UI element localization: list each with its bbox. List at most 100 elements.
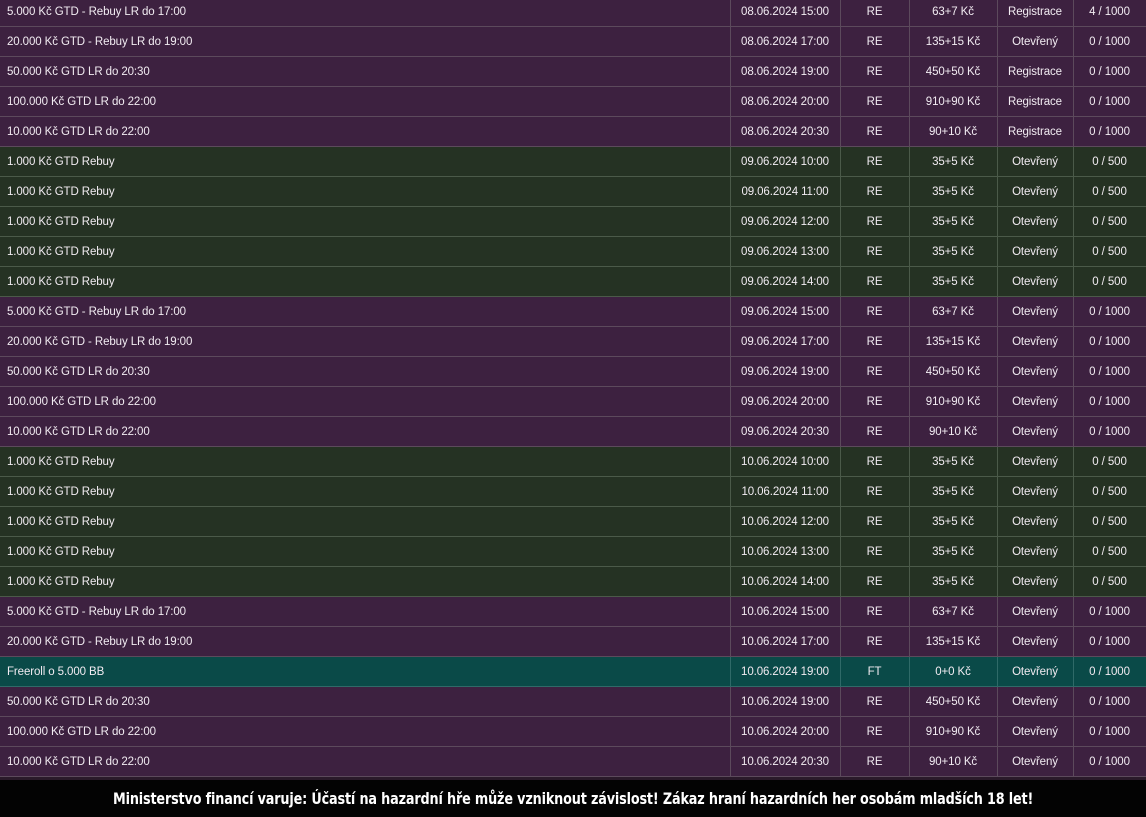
tournament-name: 50.000 Kč GTD LR do 20:30 — [0, 356, 731, 387]
tournament-row[interactable]: 10.000 Kč GTD LR do 22:00 08.06.2024 20:3… — [0, 116, 1146, 147]
tournament-players: 0 / 500 — [1073, 536, 1146, 567]
tournament-row[interactable]: 1.000 Kč GTD Rebuy 10.06.2024 12:00 RE 35+5… — [0, 506, 1146, 537]
tournament-start-time: 09.06.2024 19:00 — [730, 356, 841, 387]
tournament-name: 20.000 Kč GTD - Rebuy LR do 19:00 — [0, 26, 731, 57]
gambling-warning-banner: Ministerstvo financí varuje: Účastí na h… — [0, 780, 1146, 817]
tournament-row[interactable]: Freeroll o 5.000 BB 10.06.2024 19:00 FT 0+0… — [0, 656, 1146, 687]
tournament-row[interactable]: 50.000 Kč GTD LR do 20:30 10.06.2024 19:0… — [0, 686, 1146, 717]
tournament-status: Otevřený — [997, 476, 1074, 507]
tournament-players: 0 / 1000 — [1073, 386, 1146, 417]
tournament-row[interactable]: 20.000 Kč GTD - Rebuy LR do 19:00 10.06.2… — [0, 626, 1146, 657]
tournament-players: 0 / 500 — [1073, 206, 1146, 237]
tournament-players: 0 / 1000 — [1073, 116, 1146, 147]
tournament-start-time: 10.06.2024 20:00 — [730, 716, 841, 747]
tournament-start-time: 10.06.2024 19:00 — [730, 686, 841, 717]
tournament-row[interactable]: 1.000 Kč GTD Rebuy 09.06.2024 13:00 RE 35+5… — [0, 236, 1146, 267]
tournament-players: 0 / 500 — [1073, 446, 1146, 477]
tournament-status: Otevřený — [997, 296, 1074, 327]
tournament-players: 0 / 1000 — [1073, 356, 1146, 387]
tournament-type: RE — [840, 26, 910, 57]
tournament-name: 5.000 Kč GTD - Rebuy LR do 17:00 — [0, 0, 731, 27]
tournament-type: RE — [840, 266, 910, 297]
tournament-row[interactable]: 100.000 Kč GTD LR do 22:00 10.06.2024 20:… — [0, 716, 1146, 747]
tournament-row[interactable]: 10.000 Kč GTD LR do 22:00 10.06.2024 20:3… — [0, 746, 1146, 777]
tournament-buyin: 450+50 Kč — [909, 686, 998, 717]
tournament-row[interactable]: 5.000 Kč GTD - Rebuy LR do 17:00 08.06.20… — [0, 0, 1146, 27]
gambling-warning-text: Ministerstvo financí varuje: Účastí na h… — [112, 789, 1034, 808]
tournament-row[interactable]: 1.000 Kč GTD Rebuy 10.06.2024 11:00 RE 35+5… — [0, 476, 1146, 507]
tournament-name: 1.000 Kč GTD Rebuy — [0, 566, 731, 597]
tournament-status: Registrace — [997, 86, 1074, 117]
tournament-type: RE — [840, 536, 910, 567]
tournament-buyin: 35+5 Kč — [909, 146, 998, 177]
tournament-name: 1.000 Kč GTD Rebuy — [0, 236, 731, 267]
tournament-buyin: 910+90 Kč — [909, 716, 998, 747]
tournament-start-time: 08.06.2024 15:00 — [730, 0, 841, 27]
tournament-buyin: 35+5 Kč — [909, 266, 998, 297]
tournament-row[interactable]: 1.000 Kč GTD Rebuy 10.06.2024 14:00 RE 35+5… — [0, 566, 1146, 597]
tournament-row[interactable]: 1.000 Kč GTD Rebuy 10.06.2024 13:00 RE 35+5… — [0, 536, 1146, 567]
tournament-players: 0 / 1000 — [1073, 86, 1146, 117]
tournament-players: 0 / 500 — [1073, 506, 1146, 537]
tournament-start-time: 10.06.2024 14:00 — [730, 566, 841, 597]
tournament-buyin: 910+90 Kč — [909, 386, 998, 417]
tournament-name: 1.000 Kč GTD Rebuy — [0, 536, 731, 567]
tournament-row[interactable]: 1.000 Kč GTD Rebuy 09.06.2024 11:00 RE 35+5… — [0, 176, 1146, 207]
tournament-row[interactable]: 50.000 Kč GTD LR do 20:30 08.06.2024 19:0… — [0, 56, 1146, 87]
tournament-row[interactable]: 50.000 Kč GTD LR do 20:30 09.06.2024 19:0… — [0, 356, 1146, 387]
tournament-status: Otevřený — [997, 146, 1074, 177]
tournament-row[interactable]: 20.000 Kč GTD - Rebuy LR do 19:00 08.06.2… — [0, 26, 1146, 57]
tournament-type: RE — [840, 146, 910, 177]
tournament-type: RE — [840, 686, 910, 717]
tournament-status: Registrace — [997, 0, 1074, 27]
tournament-players: 0 / 500 — [1073, 146, 1146, 177]
tournament-status: Otevřený — [997, 656, 1074, 687]
tournament-players: 4 / 1000 — [1073, 0, 1146, 27]
tournament-players: 0 / 1000 — [1073, 26, 1146, 57]
tournament-players: 0 / 500 — [1073, 236, 1146, 267]
tournament-type: RE — [840, 596, 910, 627]
tournament-start-time: 10.06.2024 15:00 — [730, 596, 841, 627]
tournament-row[interactable]: 20.000 Kč GTD - Rebuy LR do 19:00 09.06.2… — [0, 326, 1146, 357]
tournament-row[interactable]: 100.000 Kč GTD LR do 22:00 08.06.2024 20:… — [0, 86, 1146, 117]
tournament-name: 100.000 Kč GTD LR do 22:00 — [0, 86, 731, 117]
tournament-start-time: 08.06.2024 17:00 — [730, 26, 841, 57]
tournament-type: RE — [840, 746, 910, 777]
tournament-buyin: 35+5 Kč — [909, 476, 998, 507]
tournament-table-body: 5.000 Kč GTD - Rebuy LR do 17:00 08.06.20… — [0, 0, 1146, 777]
tournament-name: 100.000 Kč GTD LR do 22:00 — [0, 386, 731, 417]
tournament-buyin: 90+10 Kč — [909, 116, 998, 147]
tournament-players: 0 / 500 — [1073, 476, 1146, 507]
tournament-start-time: 09.06.2024 13:00 — [730, 236, 841, 267]
tournament-type: RE — [840, 356, 910, 387]
tournament-row[interactable]: 5.000 Kč GTD - Rebuy LR do 17:00 09.06.20… — [0, 296, 1146, 327]
tournament-status: Otevřený — [997, 356, 1074, 387]
tournament-name: 1.000 Kč GTD Rebuy — [0, 176, 731, 207]
tournament-status: Otevřený — [997, 26, 1074, 57]
tournament-row[interactable]: 1.000 Kč GTD Rebuy 09.06.2024 10:00 RE 35+5… — [0, 146, 1146, 177]
tournament-buyin: 35+5 Kč — [909, 446, 998, 477]
tournament-name: 20.000 Kč GTD - Rebuy LR do 19:00 — [0, 326, 731, 357]
tournament-row[interactable]: 10.000 Kč GTD LR do 22:00 09.06.2024 20:3… — [0, 416, 1146, 447]
tournament-status: Registrace — [997, 56, 1074, 87]
tournament-row[interactable]: 100.000 Kč GTD LR do 22:00 09.06.2024 20:… — [0, 386, 1146, 417]
tournament-row[interactable]: 1.000 Kč GTD Rebuy 09.06.2024 14:00 RE 35+5… — [0, 266, 1146, 297]
tournament-buyin: 450+50 Kč — [909, 356, 998, 387]
tournament-buyin: 450+50 Kč — [909, 56, 998, 87]
tournament-name: Freeroll o 5.000 BB — [0, 656, 731, 687]
tournament-players: 0 / 1000 — [1073, 626, 1146, 657]
tournament-start-time: 09.06.2024 12:00 — [730, 206, 841, 237]
tournament-name: 1.000 Kč GTD Rebuy — [0, 506, 731, 537]
tournament-name: 50.000 Kč GTD LR do 20:30 — [0, 56, 731, 87]
tournament-type: RE — [840, 116, 910, 147]
tournament-buyin: 90+10 Kč — [909, 746, 998, 777]
tournament-type: RE — [840, 86, 910, 117]
tournament-row[interactable]: 1.000 Kč GTD Rebuy 10.06.2024 10:00 RE 35+5… — [0, 446, 1146, 477]
tournament-row[interactable]: 1.000 Kč GTD Rebuy 09.06.2024 12:00 RE 35+5… — [0, 206, 1146, 237]
tournament-name: 50.000 Kč GTD LR do 20:30 — [0, 686, 731, 717]
tournament-row[interactable]: 5.000 Kč GTD - Rebuy LR do 17:00 10.06.20… — [0, 596, 1146, 627]
tournament-type: RE — [840, 716, 910, 747]
tournament-status: Otevřený — [997, 236, 1074, 267]
tournament-start-time: 08.06.2024 20:00 — [730, 86, 841, 117]
tournament-type: RE — [840, 296, 910, 327]
